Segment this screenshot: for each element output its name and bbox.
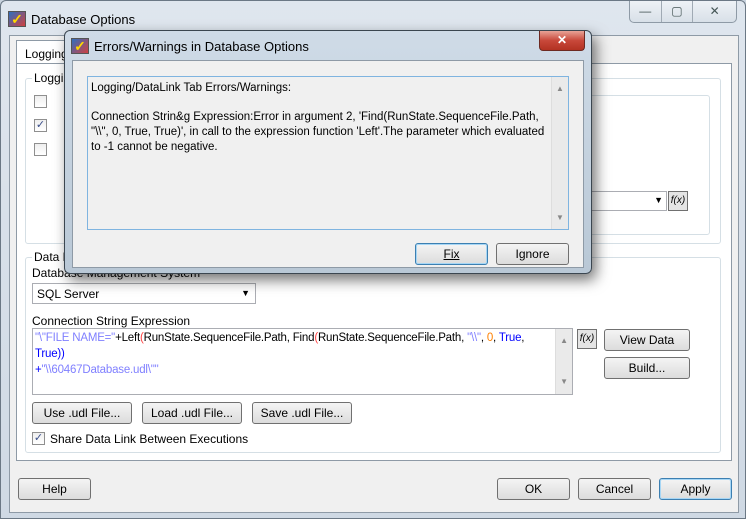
cancel-button[interactable]: Cancel bbox=[578, 478, 651, 500]
expr-keyword: True bbox=[35, 348, 58, 360]
expr-token: +Left bbox=[115, 332, 140, 344]
conn-string-scrollbar[interactable]: ▲ ▼ bbox=[555, 329, 572, 394]
use-udl-button[interactable]: Use .udl File... bbox=[32, 402, 132, 424]
fx-icon: f(x) bbox=[670, 195, 686, 206]
close-button[interactable]: ✕ bbox=[693, 1, 736, 22]
expr-string: "\\60467Database.udl\"" bbox=[41, 364, 159, 376]
minimize-button[interactable]: — bbox=[630, 1, 662, 22]
db-mgmt-select[interactable]: SQL Server ▼ bbox=[32, 283, 256, 304]
fx-button-logging[interactable]: f(x) bbox=[668, 191, 688, 211]
share-data-link-label: Share Data Link Between Executions bbox=[50, 432, 249, 446]
scroll-up-icon[interactable]: ▲ bbox=[556, 329, 572, 349]
dialog-close-button[interactable]: ✕ bbox=[539, 31, 585, 51]
scroll-down-icon[interactable]: ▼ bbox=[552, 210, 568, 225]
chevron-down-icon: ▼ bbox=[241, 288, 250, 298]
errors-heading: Logging/DataLink Tab Errors/Warnings: bbox=[91, 82, 292, 94]
logging-checkbox-1[interactable] bbox=[34, 95, 47, 108]
error-message: Connection Strin&g Expression:Error in a… bbox=[91, 111, 545, 153]
expr-keyword: True bbox=[498, 332, 522, 344]
share-data-link-checkbox[interactable]: ✓ bbox=[32, 432, 45, 445]
build-button[interactable]: Build... bbox=[604, 357, 690, 379]
window-controls: — ▢ ✕ bbox=[629, 1, 737, 23]
data-link-group: Data Link Database Management System SQL… bbox=[25, 250, 721, 453]
scroll-down-icon[interactable]: ▼ bbox=[556, 374, 572, 390]
fix-button[interactable]: Fix bbox=[415, 243, 488, 265]
view-data-button[interactable]: View Data bbox=[604, 329, 690, 351]
expr-string: "\\" bbox=[467, 332, 481, 344]
ok-button[interactable]: OK bbox=[497, 478, 570, 500]
help-button[interactable]: Help bbox=[18, 478, 91, 500]
errors-scrollbar[interactable]: ▲ ▼ bbox=[551, 77, 568, 229]
load-udl-button[interactable]: Load .udl File... bbox=[142, 402, 242, 424]
fx-icon: f(x) bbox=[579, 333, 595, 344]
expr-token: RunState.SequenceFile.Path, Find bbox=[143, 332, 315, 344]
db-mgmt-value: SQL Server bbox=[37, 287, 100, 301]
apply-button[interactable]: Apply bbox=[659, 478, 732, 500]
chevron-down-icon: ▼ bbox=[654, 195, 663, 205]
conn-string-input[interactable]: "\"FILE NAME="+Left(RunState.SequenceFil… bbox=[32, 328, 573, 395]
conn-string-label: Connection String Expression bbox=[32, 314, 191, 328]
logging-checkbox-3[interactable] bbox=[34, 143, 47, 156]
expr-string: "\"FILE NAME=" bbox=[35, 332, 116, 344]
scroll-up-icon[interactable]: ▲ bbox=[552, 77, 568, 96]
expr-token: , bbox=[521, 332, 525, 344]
dialog-client: Logging/DataLink Tab Errors/Warnings: Co… bbox=[72, 60, 584, 268]
save-udl-button[interactable]: Save .udl File... bbox=[252, 402, 352, 424]
app-icon: ✓ bbox=[8, 11, 26, 27]
maximize-button[interactable]: ▢ bbox=[662, 1, 694, 22]
app-icon: ✓ bbox=[71, 38, 89, 54]
window-title: Database Options bbox=[31, 12, 136, 27]
expr-paren: )) bbox=[57, 348, 65, 360]
logging-checkbox-2[interactable]: ✓ bbox=[34, 119, 47, 132]
dialog-title: Errors/Warnings in Database Options bbox=[94, 39, 309, 54]
fx-button[interactable]: f(x) bbox=[577, 329, 597, 349]
errors-warnings-dialog: ✓ Errors/Warnings in Database Options ✕ … bbox=[64, 30, 592, 274]
ignore-button[interactable]: Ignore bbox=[496, 243, 569, 265]
expr-token: RunState.SequenceFile.Path, bbox=[317, 332, 468, 344]
errors-text-area[interactable]: Logging/DataLink Tab Errors/Warnings: Co… bbox=[87, 76, 569, 230]
